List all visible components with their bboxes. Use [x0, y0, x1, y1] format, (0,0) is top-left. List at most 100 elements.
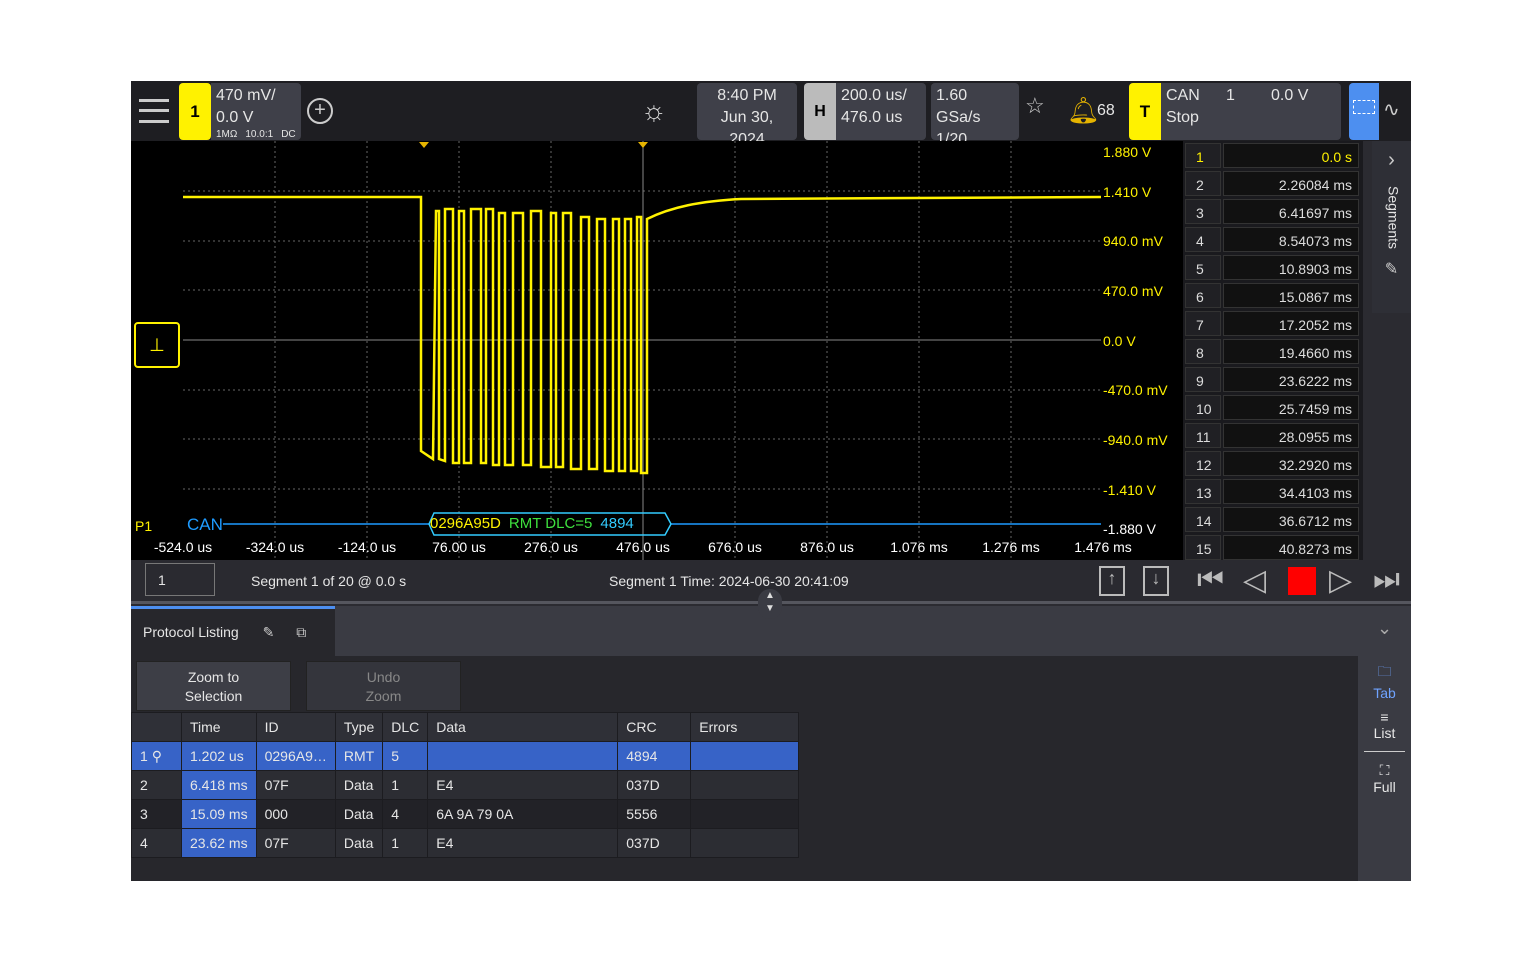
add-channel-icon[interactable]: + — [307, 98, 333, 124]
time-label: 876.0 us — [800, 539, 854, 555]
tab-view-button[interactable]: 🗀︎ Tab — [1358, 661, 1411, 701]
collapse-chevron-icon[interactable]: ⌄ — [1358, 618, 1411, 639]
table-row[interactable]: 4 23.62 ms 07F Data 1 E4 037D — [131, 828, 799, 858]
segment-time: 2.26084 ms — [1223, 171, 1359, 196]
brightness-icon[interactable]: ☼ — [641, 97, 669, 125]
time-label: 76.00 us — [432, 539, 486, 555]
last-segment-button[interactable]: ⏭︎ — [1373, 563, 1400, 597]
top-bar: 1 470 mV/ 0.0 V 1MΩ 10.0:1 DC + ☼ 8:40 PM J… — [131, 81, 1411, 148]
segment-row[interactable]: 11 28.0955 ms — [1183, 421, 1363, 449]
segments-side-tab[interactable]: › Segments ✎ — [1372, 141, 1411, 313]
menu-icon[interactable] — [139, 99, 169, 123]
segment-row[interactable]: 12 32.2920 ms — [1183, 449, 1363, 477]
tab-protocol-listing[interactable]: Protocol Listing ✎ ⧉ — [131, 606, 335, 656]
alarm-bell-icon[interactable]: 🔔︎ — [1067, 95, 1100, 126]
stop-button[interactable] — [1288, 567, 1316, 595]
segment-index: 5 — [1185, 255, 1221, 280]
volt-label: 470.0 mV — [1103, 283, 1163, 299]
resize-panel-handle[interactable]: ▲ ▼ — [758, 589, 782, 619]
favorites-icon[interactable]: ☆ — [1025, 93, 1045, 119]
volt-label: -470.0 mV — [1103, 382, 1168, 398]
segment-row[interactable]: 2 2.26084 ms — [1183, 169, 1363, 197]
channel-1-settings[interactable]: 470 mV/ 0.0 V 1MΩ 10.0:1 DC — [211, 83, 301, 140]
time-label: 276.0 us — [524, 539, 578, 555]
segments-title: Segments — [1385, 186, 1402, 250]
time-label: 1.476 ms — [1074, 539, 1132, 555]
segment-index: 2 — [1185, 171, 1221, 196]
export-down-icon[interactable]: ↓ — [1143, 566, 1169, 596]
zoom-to-selection-button[interactable]: Zoom to Selection — [136, 661, 291, 711]
channel-probe: 10.0:1 — [245, 129, 274, 140]
zoom-select-button[interactable] — [1349, 83, 1379, 140]
popout-icon[interactable]: ⧉ — [296, 624, 306, 640]
segment-row[interactable]: 15 40.8273 ms — [1183, 533, 1363, 561]
volt-label: -1.410 V — [1103, 482, 1156, 498]
acquisition-settings[interactable]: 1.60 GSa/s 1/20 — [931, 83, 1019, 148]
auto-scale-icon[interactable]: ∿ — [1383, 97, 1400, 122]
segment-row[interactable]: 4 8.54073 ms — [1183, 225, 1363, 253]
trigger-badge[interactable]: T — [1129, 83, 1161, 140]
time-label: -524.0 us — [153, 539, 213, 555]
segment-time: 34.4103 ms — [1223, 479, 1359, 504]
trigger-level-icon[interactable]: ⊥ — [134, 322, 180, 368]
horizontal-badge[interactable]: H — [804, 83, 836, 140]
next-segment-button[interactable]: ▷ — [1329, 563, 1352, 598]
horizontal-settings[interactable]: 200.0 us/476.0 us — [836, 83, 926, 140]
pencil-icon[interactable]: ✎ — [1372, 259, 1411, 279]
segment-row[interactable]: 9 23.6222 ms — [1183, 365, 1363, 393]
segment-row[interactable]: 5 10.8903 ms — [1183, 253, 1363, 281]
protocol-table[interactable]: Time ID Type DLC Data CRC Errors 1 ⚲ 1.202 us 02… — [131, 712, 799, 858]
segment-time: 40.8273 ms — [1223, 535, 1359, 560]
segment-list[interactable]: 1 0.0 s 2 2.26084 ms 3 6.41697 ms 4 8.54073 ms 5… — [1183, 141, 1363, 560]
segment-row[interactable]: 6 15.0867 ms — [1183, 281, 1363, 309]
folder-tab-icon: 🗀︎ — [1377, 663, 1392, 679]
table-header: Time ID Type DLC Data CRC Errors — [131, 712, 799, 742]
segment-row[interactable]: 8 19.4660 ms — [1183, 337, 1363, 365]
volt-label: 1.410 V — [1103, 184, 1152, 200]
segment-row[interactable]: 3 6.41697 ms — [1183, 197, 1363, 225]
segment-info: Segment 1 of 20 @ 0.0 s — [251, 573, 407, 589]
table-row[interactable]: 1 ⚲ 1.202 us 0296A9… RMT 5 4894 — [131, 741, 799, 771]
segment-row[interactable]: 10 25.7459 ms — [1183, 393, 1363, 421]
segment-time: 0.0 s — [1223, 143, 1359, 168]
volt-label: -1.880 V — [1103, 521, 1156, 537]
table-row[interactable]: 3 15.09 ms 000 Data 4 6A 9A 79 0A 5556 — [131, 799, 799, 829]
time-label: 1.076 ms — [890, 539, 948, 555]
channel-offset: 0.0 V — [216, 109, 254, 126]
segment-time: 17.2052 ms — [1223, 311, 1359, 336]
segment-index: 11 — [1185, 423, 1221, 448]
list-view-button[interactable]: ≡ List — [1358, 709, 1411, 741]
first-segment-button[interactable]: ⏮︎ — [1197, 563, 1224, 597]
frame-id: 0296A95D — [430, 515, 501, 532]
table-row[interactable]: 2 6.418 ms 07F Data 1 E4 037D — [131, 770, 799, 800]
segment-row[interactable]: 13 34.4103 ms — [1183, 477, 1363, 505]
channel-impedance: 1MΩ — [216, 129, 238, 140]
clock-display: 8:40 PM Jun 30, 2024 — [697, 83, 797, 148]
waveform-grid — [183, 141, 1102, 560]
bus-label: P1 — [135, 518, 153, 534]
time-label: 676.0 us — [708, 539, 762, 555]
trigger-settings[interactable]: CAN 1 0.0 V Stop — [1161, 83, 1341, 140]
segment-row[interactable]: 1 0.0 s — [1183, 141, 1363, 169]
volt-label: 940.0 mV — [1103, 233, 1163, 249]
search-user-icon: ⚲ — [151, 747, 162, 764]
full-view-button[interactable]: ⛶ Full — [1358, 762, 1411, 795]
channel-1-badge[interactable]: 1 — [179, 83, 211, 140]
alarm-count: 68 — [1097, 102, 1115, 119]
segment-row[interactable]: 14 36.6712 ms — [1183, 505, 1363, 533]
waveform-display[interactable]: ⊥ 1.880 V 1.410 V 940.0 mV 470.0 mV 0.0 … — [131, 141, 1183, 560]
panel-side-bar: ⌄ 🗀︎ Tab ≡ List ⛶ Full — [1358, 606, 1411, 881]
edit-icon[interactable]: ✎ — [263, 624, 275, 640]
segment-row[interactable]: 7 17.2052 ms — [1183, 309, 1363, 337]
expand-chevron-icon[interactable]: › — [1372, 149, 1411, 172]
time-label: 1.276 ms — [982, 539, 1040, 555]
segment-index: 1 — [1185, 143, 1221, 168]
previous-segment-button[interactable]: ◁ — [1243, 563, 1266, 598]
can-frame-decode[interactable]: 0296A95D RMT DLC=5 4894 — [430, 515, 634, 532]
undo-zoom-button[interactable]: Undo Zoom — [306, 661, 461, 711]
frame-type: RMT DLC=5 — [508, 515, 593, 532]
fullscreen-icon: ⛶ — [1379, 762, 1390, 778]
segment-number-input[interactable]: 1 — [145, 563, 215, 596]
export-up-icon[interactable]: ↑ — [1099, 566, 1125, 596]
segment-time: 15.0867 ms — [1223, 283, 1359, 308]
